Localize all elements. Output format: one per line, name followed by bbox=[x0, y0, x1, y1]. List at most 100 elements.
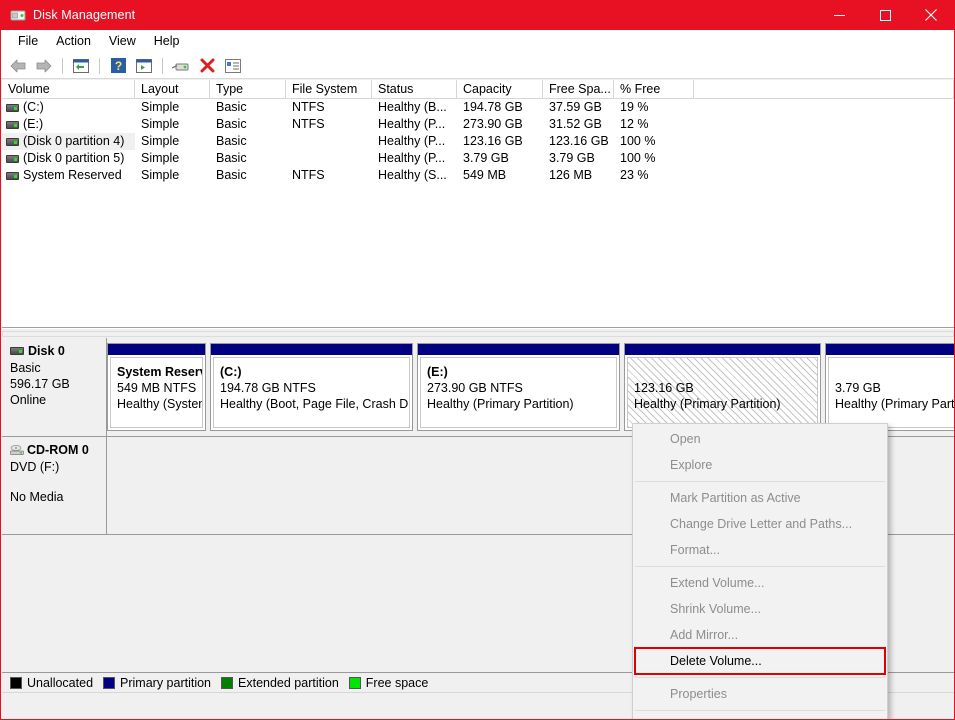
menu-separator bbox=[635, 566, 885, 567]
volume-label: System Reserved bbox=[23, 168, 122, 182]
table-row[interactable]: (C:) Simple Basic NTFS Healthy (B... 194.78 G… bbox=[2, 99, 954, 116]
properties-icon[interactable] bbox=[221, 55, 245, 77]
toolbar-separator bbox=[62, 57, 63, 74]
cdrom-info-panel[interactable]: CD-ROM 0 DVD (F:) No Media bbox=[2, 437, 107, 534]
cell-percent-free: 23 % bbox=[620, 168, 649, 182]
menu-separator bbox=[635, 710, 885, 711]
partition-status: Healthy (Boot, Page File, Crash Dur bbox=[220, 397, 410, 411]
column-header[interactable]: % Free bbox=[614, 80, 694, 99]
volume-name-cell: (C:) bbox=[2, 99, 135, 116]
column-header[interactable]: Capacity bbox=[457, 80, 543, 99]
partition-body: 3.79 GB Healthy (Primary Partiti bbox=[828, 357, 954, 428]
cell-type: Basic bbox=[216, 134, 247, 148]
column-header[interactable]: File System bbox=[286, 80, 372, 99]
partition-body: System Reserve 549 MB NTFS Healthy (System… bbox=[110, 357, 203, 428]
volume-icon bbox=[6, 120, 19, 129]
menu-item-properties: Properties bbox=[670, 687, 727, 701]
column-header[interactable]: Volume bbox=[2, 80, 135, 99]
splitter-bar[interactable] bbox=[2, 331, 954, 337]
column-header[interactable]: Layout bbox=[135, 80, 210, 99]
volume-icon bbox=[6, 171, 19, 180]
toolbar-separator bbox=[99, 57, 100, 74]
rescan-disks-button[interactable] bbox=[169, 55, 193, 77]
volume-name-cell: (E:) bbox=[2, 116, 135, 133]
cell-percent-free: 19 % bbox=[620, 100, 649, 114]
partition-label bbox=[835, 364, 954, 380]
menu-help[interactable]: Help bbox=[145, 31, 189, 52]
volume-name-cell: (Disk 0 partition 4) bbox=[2, 133, 135, 150]
disk-info-panel[interactable]: Disk 0 Basic 596.17 GB Online bbox=[2, 338, 107, 436]
legend-item: Unallocated bbox=[10, 676, 93, 690]
forward-button[interactable] bbox=[32, 55, 56, 77]
partition-c[interactable]: (C:) 194.78 GB NTFS Healthy (Boot, Page Fi… bbox=[210, 343, 413, 431]
cell-status: Healthy (P... bbox=[378, 151, 446, 165]
cell-percent-free: 12 % bbox=[620, 117, 649, 131]
cell-file-system bbox=[286, 150, 372, 167]
cell-capacity: 549 MB bbox=[463, 168, 507, 182]
volume-label: (Disk 0 partition 4) bbox=[23, 134, 125, 148]
table-row[interactable]: (Disk 0 partition 4) Simple Basic Healthy (… bbox=[2, 133, 954, 150]
cell-file-system: NTFS bbox=[292, 117, 325, 131]
show-hide-console-tree-button[interactable] bbox=[132, 55, 156, 77]
cell-status: Healthy (P... bbox=[378, 117, 446, 131]
legend-item: Extended partition bbox=[221, 676, 339, 690]
cell-type: Basic bbox=[216, 100, 247, 114]
volume-label: (Disk 0 partition 5) bbox=[23, 151, 125, 165]
column-header[interactable]: Free Spa... bbox=[543, 80, 614, 99]
partition-label bbox=[634, 364, 817, 380]
cdrom-name: CD-ROM 0 bbox=[10, 443, 106, 457]
red-x-icon[interactable] bbox=[195, 55, 219, 77]
volume-icon bbox=[6, 137, 19, 146]
volume-icon bbox=[6, 154, 19, 163]
cd-rom-icon bbox=[10, 444, 24, 456]
partition-status: Healthy (Primary Partition) bbox=[427, 397, 574, 411]
menu-view[interactable]: View bbox=[100, 31, 145, 52]
column-header[interactable]: Type bbox=[210, 80, 286, 99]
status-segment bbox=[882, 693, 954, 719]
partition-e[interactable]: (E:) 273.90 GB NTFS Healthy (Primary Parti… bbox=[417, 343, 620, 431]
menu-item-help[interactable]: Help bbox=[633, 714, 887, 719]
table-row[interactable]: (E:) Simple Basic NTFS Healthy (P... 273.90 G… bbox=[2, 116, 954, 133]
cell-capacity: 123.16 GB bbox=[463, 134, 523, 148]
close-button[interactable] bbox=[908, 0, 954, 30]
back-button[interactable] bbox=[6, 55, 30, 77]
question-mark-icon[interactable]: ? bbox=[106, 55, 130, 77]
minimize-button[interactable] bbox=[816, 0, 862, 30]
partition-system-reserved[interactable]: System Reserve 549 MB NTFS Healthy (System… bbox=[107, 343, 206, 431]
column-header-filler bbox=[694, 80, 954, 99]
pane-splitter[interactable] bbox=[2, 328, 954, 338]
menu-item-mark-partition-as-active: Mark Partition as Active bbox=[670, 491, 801, 505]
title-bar: Disk Management bbox=[1, 0, 954, 30]
menu-item-delete-volume[interactable]: Delete Volume... bbox=[634, 647, 886, 675]
volume-list-header: Volume Layout Type File System Status Capacit… bbox=[2, 80, 954, 99]
column-header[interactable]: Status bbox=[372, 80, 457, 99]
legend-item: Free space bbox=[348, 676, 428, 690]
cell-type: Basic bbox=[216, 168, 247, 182]
disk-name: Disk 0 bbox=[10, 344, 106, 358]
maximize-button[interactable] bbox=[862, 0, 908, 30]
menu-file[interactable]: File bbox=[9, 31, 47, 52]
menu-item-extend-volume: Extend Volume... bbox=[670, 576, 765, 590]
up-one-level-button[interactable] bbox=[69, 55, 93, 77]
cdrom-drive: DVD (F:) bbox=[10, 460, 60, 474]
disk-name-label: Disk 0 bbox=[28, 344, 65, 358]
volume-list: Volume Layout Type File System Status Capacit… bbox=[2, 80, 954, 328]
cell-percent-free: 100 % bbox=[620, 151, 656, 165]
table-row[interactable]: System Reserved Simple Basic NTFS Healthy (S… bbox=[2, 167, 954, 184]
menu-action[interactable]: Action bbox=[47, 31, 100, 52]
menu-item-change-drive-letter-and-paths: Change Drive Letter and Paths... bbox=[670, 517, 853, 531]
partition-label: (C:) bbox=[220, 365, 242, 379]
cell-status: Healthy (P... bbox=[378, 134, 446, 148]
partition-body: (E:) 273.90 GB NTFS Healthy (Primary Parti… bbox=[420, 357, 617, 428]
cell-layout: Simple bbox=[141, 151, 180, 165]
table-row[interactable]: (Disk 0 partition 5) Simple Basic Healthy (… bbox=[2, 150, 954, 167]
partition-label: (E:) bbox=[427, 365, 448, 379]
partition-disk0-part4[interactable]: 123.16 GB Healthy (Primary Partition) bbox=[624, 343, 821, 431]
partition-label: System Reserve bbox=[117, 365, 202, 379]
disk-state: Online bbox=[10, 393, 47, 407]
menu-item-explore: Explore bbox=[670, 458, 713, 472]
partition-color-bar bbox=[108, 344, 205, 355]
menu-bar: File Action View Help bbox=[1, 30, 954, 53]
partition-disk0-part5[interactable]: 3.79 GB Healthy (Primary Partiti bbox=[825, 343, 954, 431]
window-title: Disk Management bbox=[33, 8, 136, 22]
